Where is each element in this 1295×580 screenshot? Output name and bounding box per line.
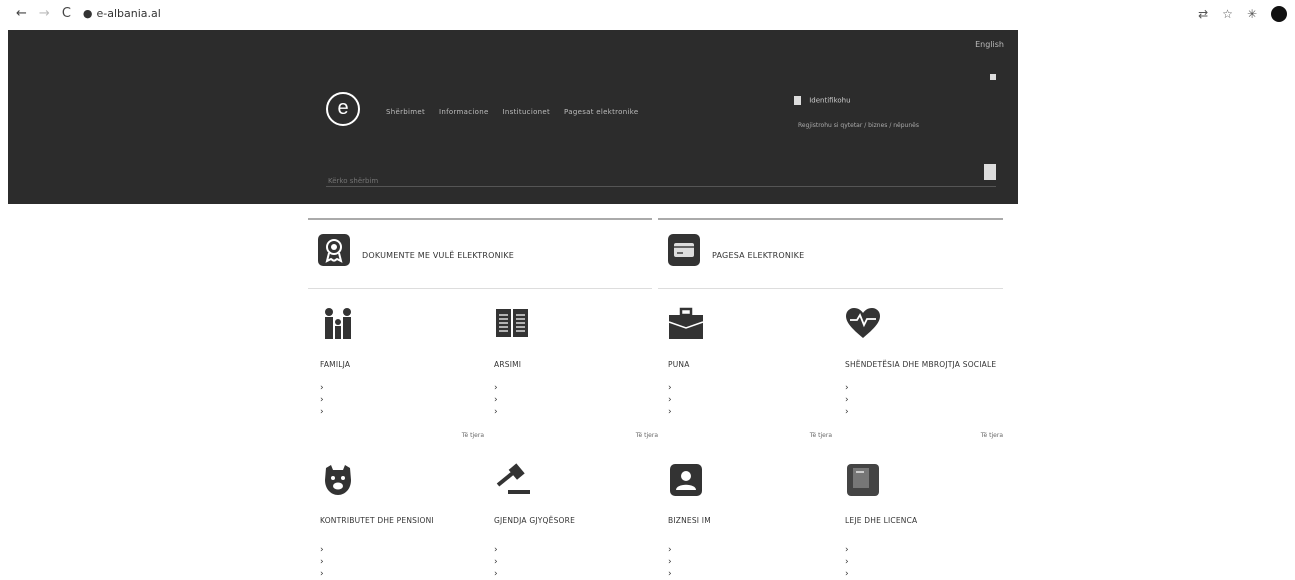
- category-link[interactable]: ›: [845, 568, 849, 580]
- star-icon[interactable]: ☆: [1222, 7, 1233, 21]
- more-link[interactable]: Të tjera: [981, 432, 1003, 439]
- family-icon: [320, 306, 356, 342]
- category-permits[interactable]: LEJE DHE LICENCA › › ›: [845, 462, 1003, 580]
- category-title: KONTRIBUTET DHE PENSIONI: [320, 516, 434, 525]
- category-links: › › ›: [668, 382, 672, 418]
- browser-toolbar: ← → C ● e-albania.al ⇄ ☆ ✳: [0, 0, 1295, 30]
- back-icon[interactable]: ←: [16, 6, 27, 21]
- card-payment-icon: [668, 234, 700, 266]
- forward-icon[interactable]: →: [39, 6, 50, 21]
- business-person-icon: [668, 462, 704, 498]
- translate-icon[interactable]: ⇄: [1198, 7, 1208, 21]
- category-links: › › ›: [845, 544, 849, 580]
- url-text: e-albania.al: [96, 7, 161, 20]
- profile-avatar[interactable]: [1271, 6, 1287, 22]
- seal-icon: [318, 234, 350, 266]
- category-link[interactable]: ›: [668, 382, 672, 394]
- category-work[interactable]: PUNA › › › Të tjera: [668, 306, 838, 446]
- category-link[interactable]: ›: [494, 382, 498, 394]
- more-link[interactable]: Të tjera: [810, 432, 832, 439]
- category-link[interactable]: ›: [320, 544, 324, 556]
- category-business[interactable]: BIZNESI IM › › ›: [668, 462, 838, 580]
- site-header: English e Shërbimet Informacione Institu…: [8, 30, 1018, 204]
- category-link[interactable]: ›: [845, 382, 849, 394]
- gavel-icon: [494, 462, 530, 498]
- category-links: › › ›: [320, 382, 324, 418]
- more-link[interactable]: Të tjera: [462, 432, 484, 439]
- category-family[interactable]: FAMILJA › › › Të tjera: [320, 306, 490, 446]
- service-label: PAGESA ELEKTRONIKE: [712, 251, 805, 260]
- category-title: PUNA: [668, 360, 690, 369]
- nav-item-information[interactable]: Informacione: [439, 108, 489, 116]
- nav-item-institutions[interactable]: Institucionet: [503, 108, 550, 116]
- nav-item-payments[interactable]: Pagesat elektronike: [564, 108, 638, 116]
- briefcase-icon: [668, 306, 704, 342]
- extension-icon[interactable]: ✳: [1247, 7, 1257, 21]
- category-link[interactable]: ›: [668, 544, 672, 556]
- service-payments[interactable]: PAGESA ELEKTRONIKE: [658, 218, 1003, 289]
- category-link[interactable]: ›: [320, 394, 324, 406]
- category-health[interactable]: SHËNDETËSIA DHE MBROJTJA SOCIALE › › › T…: [845, 306, 1003, 446]
- category-links: › › ›: [668, 544, 672, 580]
- category-link[interactable]: ›: [494, 544, 498, 556]
- category-link[interactable]: ›: [845, 556, 849, 568]
- category-education[interactable]: ARSIMI › › › Të tjera: [494, 306, 664, 446]
- login-link[interactable]: Identifikohu: [794, 96, 851, 105]
- category-title: ARSIMI: [494, 360, 522, 369]
- category-title: FAMILJA: [320, 360, 351, 369]
- search-bar: [326, 164, 996, 190]
- lock-icon: ●: [82, 7, 93, 20]
- piggy-bank-icon: [320, 462, 356, 498]
- category-title: LEJE DHE LICENCA: [845, 516, 918, 525]
- category-title: GJENDJA GJYQËSORE: [494, 516, 576, 525]
- category-link[interactable]: ›: [494, 394, 498, 406]
- category-link[interactable]: ›: [494, 406, 498, 418]
- category-link[interactable]: ›: [668, 568, 672, 580]
- reload-icon[interactable]: C: [62, 6, 71, 21]
- heart-icon: [845, 306, 881, 342]
- category-links: › › ›: [494, 382, 498, 418]
- featured-services: DOKUMENTE ME VULË ELEKTRONIKE PAGESA ELE…: [308, 218, 1003, 289]
- category-links: › › ›: [494, 544, 498, 580]
- category-link[interactable]: ›: [845, 394, 849, 406]
- browser-actions: ⇄ ☆ ✳: [1198, 6, 1287, 22]
- service-sealed-documents[interactable]: DOKUMENTE ME VULË ELEKTRONIKE: [308, 218, 652, 289]
- main-nav: Shërbimet Informacione Institucionet Pag…: [386, 108, 638, 116]
- license-icon: [845, 462, 881, 498]
- category-link[interactable]: ›: [668, 394, 672, 406]
- service-label: DOKUMENTE ME VULË ELEKTRONIKE: [362, 251, 515, 260]
- menu-icon[interactable]: [990, 74, 996, 80]
- nav-item-services[interactable]: Shërbimet: [386, 108, 425, 116]
- category-link[interactable]: ›: [320, 568, 324, 580]
- book-icon: [494, 306, 530, 342]
- user-icon: [794, 96, 801, 105]
- category-link[interactable]: ›: [494, 568, 498, 580]
- language-switch[interactable]: English: [975, 40, 1004, 49]
- category-link[interactable]: ›: [494, 556, 498, 568]
- category-link[interactable]: ›: [320, 406, 324, 418]
- category-links: › › ›: [320, 544, 324, 580]
- category-link[interactable]: ›: [845, 544, 849, 556]
- search-icon[interactable]: [984, 164, 996, 180]
- search-input[interactable]: [326, 172, 930, 190]
- category-link[interactable]: ›: [320, 382, 324, 394]
- category-links: › › ›: [845, 382, 849, 418]
- site-logo[interactable]: e: [326, 92, 360, 126]
- category-link[interactable]: ›: [668, 406, 672, 418]
- category-link[interactable]: ›: [668, 556, 672, 568]
- register-link[interactable]: Regjistrohu si qytetar / biznes / nëpunë…: [798, 122, 919, 129]
- login-label: Identifikohu: [809, 96, 851, 105]
- address-bar[interactable]: ● e-albania.al: [83, 7, 161, 20]
- category-link[interactable]: ›: [320, 556, 324, 568]
- category-title: SHËNDETËSIA DHE MBROJTJA SOCIALE: [845, 360, 997, 369]
- category-link[interactable]: ›: [845, 406, 849, 418]
- category-judicial[interactable]: GJENDJA GJYQËSORE › › ›: [494, 462, 664, 580]
- category-pension[interactable]: KONTRIBUTET DHE PENSIONI › › ›: [320, 462, 490, 580]
- more-link[interactable]: Të tjera: [636, 432, 658, 439]
- browser-nav: ← → C ● e-albania.al: [16, 6, 161, 21]
- category-title: BIZNESI IM: [668, 516, 711, 525]
